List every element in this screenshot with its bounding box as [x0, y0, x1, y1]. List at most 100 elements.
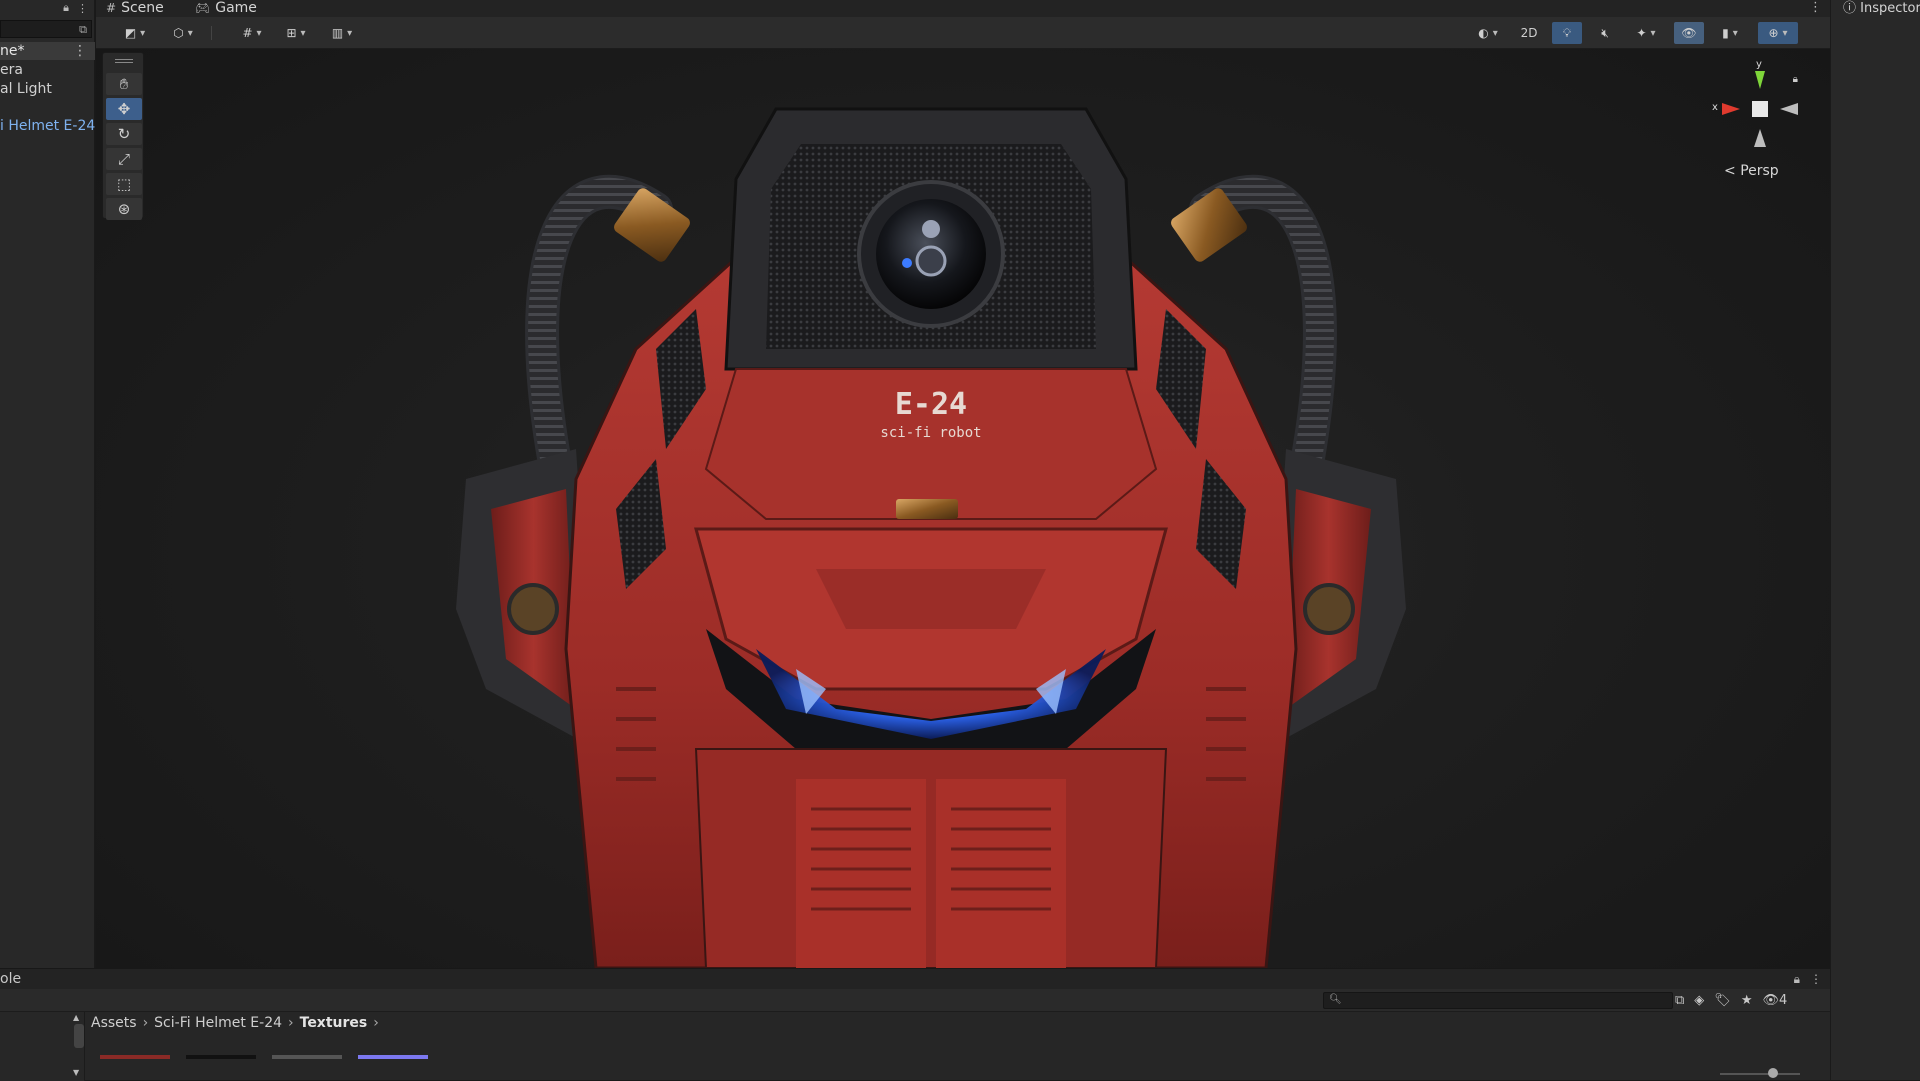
audio-muted-icon: 🔇︎	[1601, 25, 1609, 40]
filter-by-type-icon[interactable]: ◈	[1694, 993, 1704, 1008]
tab-inspector-label: Inspector	[1860, 1, 1920, 16]
breadcrumb-helmet[interactable]: Sci-Fi Helmet E-24	[154, 1012, 282, 1034]
info-icon: ⓘ	[1843, 1, 1857, 16]
breadcrumb-textures[interactable]: Textures	[300, 1012, 368, 1034]
asset-thumbnail[interactable]	[272, 1055, 342, 1081]
toggle-2d-label: 2D	[1520, 26, 1538, 40]
eye-slash-icon: 👁︎	[1681, 26, 1697, 40]
transform-tool-button[interactable]: ⊛	[106, 198, 142, 220]
draw-mode-icon: ◩	[124, 26, 137, 40]
projection-toggle[interactable]: < Persp	[1724, 163, 1779, 179]
camera-icon: ▮	[1722, 26, 1729, 40]
asset-grid	[100, 1055, 428, 1081]
scene-viewport[interactable]: E-24 sci-fi robot ✋︎ ✥ ↻ ⤢ ⬚ ⊛ y x 🔒︎ < …	[96, 49, 1830, 968]
scroll-up-icon[interactable]: ▲	[73, 1013, 79, 1022]
tab-console[interactable]: ole	[0, 969, 21, 989]
sphere-icon: ◐	[1478, 26, 1489, 40]
scene-name: ne*	[0, 43, 25, 59]
asset-thumbnail[interactable]	[100, 1055, 170, 1081]
helmet-model-label: E-24	[895, 387, 967, 422]
gizmo-icon: ⊕	[1768, 26, 1779, 40]
favorite-star-icon[interactable]: ★	[1741, 993, 1753, 1008]
project-toolbar: 🔍︎ ⧉ ◈ 🏷︎ ★ 👁︎4	[0, 989, 1830, 1012]
asset-thumbnail[interactable]	[186, 1055, 256, 1081]
toggle-2d-button[interactable]: 2D	[1514, 22, 1544, 44]
search-options-icon[interactable]: ⧉	[79, 23, 87, 37]
projection-label: Persp	[1740, 163, 1779, 179]
draw-mode-button[interactable]: ◩	[116, 22, 154, 44]
chevron-right-icon: ›	[373, 1015, 379, 1031]
tab-scene-label: Scene	[121, 0, 164, 16]
rotate-icon: ↻	[117, 125, 131, 143]
helmet-subtitle: sci-fi robot	[880, 425, 981, 441]
hierarchy-scene-row[interactable]: ne* ⋮	[0, 42, 95, 60]
hierarchy-item-camera[interactable]: era	[0, 61, 95, 79]
tab-scene[interactable]: # Scene	[106, 0, 164, 17]
search-by-type-icon[interactable]: ⧉	[1675, 993, 1684, 1008]
orientation-gizmo[interactable]: y x 🔒︎ < Persp	[1710, 59, 1810, 189]
console-tab-bar: ole 🔒︎ ⋮	[0, 969, 1830, 989]
lock-icon[interactable]: 🔒︎	[1794, 969, 1800, 989]
toolbar-divider	[211, 26, 212, 40]
snap-grid-icon: ⊞	[286, 26, 297, 40]
thumbnail-size-knob[interactable]	[1768, 1068, 1778, 1078]
gizmo-lock-icon[interactable]: 🔒︎	[1793, 74, 1798, 85]
thumbnail-size-slider[interactable]	[1720, 1073, 1800, 1075]
filter-by-label-icon[interactable]: 🏷︎	[1714, 993, 1731, 1008]
grid-icon: #	[242, 26, 253, 40]
chevron-right-icon: ›	[142, 1015, 149, 1031]
project-folder-tree: ▲ ▼	[0, 1012, 85, 1081]
scene-tab-bar: # Scene 🎮︎ Game ⋮	[96, 0, 1830, 17]
hierarchy-item-helmet[interactable]: i Helmet E-24	[0, 117, 95, 135]
hierarchy-item-light[interactable]: al Light	[0, 80, 95, 98]
move-tool-button[interactable]: ✥	[106, 98, 142, 120]
scroll-down-icon[interactable]: ▼	[73, 1068, 79, 1077]
grid-snap-button[interactable]: #	[234, 22, 270, 44]
gizmos-button[interactable]: ⊕	[1758, 22, 1798, 44]
helmet-model: E-24 sci-fi robot	[456, 107, 1406, 968]
kebab-menu-icon[interactable]: ⋮	[77, 2, 88, 15]
move-icon: ✥	[117, 100, 131, 118]
increment-snap-button[interactable]: ⊞	[278, 22, 314, 44]
effects-button[interactable]: ✦	[1626, 22, 1666, 44]
rect-tool-button[interactable]: ⬚	[106, 173, 142, 195]
eye-slash-icon: 👁︎	[1762, 993, 1779, 1008]
transform-icon: ⊛	[117, 200, 131, 218]
cube-icon: ⬡	[173, 26, 184, 40]
breadcrumb: Assets › Sci-Fi Helmet E-24 › Textures ›	[91, 1012, 379, 1034]
scale-tool-button[interactable]: ⤢	[106, 148, 142, 170]
align-icon: ▥	[331, 26, 344, 40]
project-search-input[interactable]: 🔍︎	[1323, 992, 1673, 1009]
folder-scrollbar[interactable]	[74, 1024, 84, 1048]
render-mode-button[interactable]: ⬡	[164, 22, 202, 44]
hierarchy-item-label: era	[0, 62, 23, 78]
shading-mode-button[interactable]: ◐	[1468, 22, 1508, 44]
search-icon: 🔍︎	[1329, 994, 1342, 1005]
hierarchy-search-input[interactable]: ⧉	[0, 20, 92, 38]
lighting-toggle-button[interactable]: 💡︎	[1552, 22, 1582, 44]
hand-icon: ✋︎	[119, 75, 129, 93]
scene-visibility-button[interactable]: 👁︎	[1674, 22, 1704, 44]
hand-tool-button[interactable]: ✋︎	[106, 73, 142, 95]
palette-grip-icon[interactable]	[115, 59, 133, 63]
scene-kebab-icon[interactable]: ⋮	[1809, 0, 1822, 15]
lock-icon[interactable]: 🔒︎	[63, 1, 69, 15]
scene-kebab-icon[interactable]: ⋮	[73, 42, 87, 60]
camera-settings-button[interactable]: ▮	[1710, 22, 1750, 44]
gizmo-y-label: y	[1756, 59, 1762, 70]
align-button[interactable]: ▥	[324, 22, 360, 44]
tab-game[interactable]: 🎮︎ Game	[195, 0, 257, 17]
scene-toolbar: ◩ ⬡ # ⊞ ▥ ◐ 2D 💡︎ 🔇︎ ✦ 👁︎ ▮ ⊕	[96, 17, 1830, 49]
breadcrumb-assets[interactable]: Assets	[91, 1012, 137, 1034]
hidden-packages-button[interactable]: 👁︎4	[1762, 993, 1787, 1008]
hidden-count: 4	[1778, 993, 1788, 1008]
audio-toggle-button[interactable]: 🔇︎	[1590, 22, 1620, 44]
gamepad-icon: 🎮︎	[195, 1, 211, 15]
kebab-menu-icon[interactable]: ⋮	[1810, 969, 1822, 989]
rotate-tool-button[interactable]: ↻	[106, 123, 142, 145]
scale-icon: ⤢	[117, 150, 130, 168]
gizmo-x-label: x	[1712, 102, 1718, 113]
hierarchy-header: 🔒︎ ⋮	[0, 0, 94, 16]
tab-inspector[interactable]: ⓘ Inspector	[1843, 0, 1920, 17]
asset-thumbnail[interactable]	[358, 1055, 428, 1081]
